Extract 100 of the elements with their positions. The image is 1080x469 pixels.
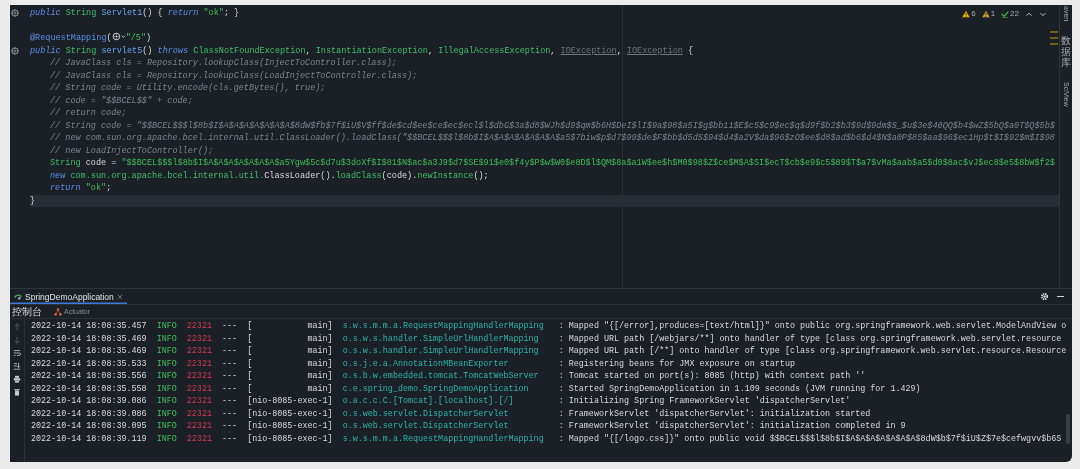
log-separator: --- (222, 357, 238, 370)
log-level: INFO (156, 395, 177, 408)
logger-name: s.w.s.m.m.a.RequestMappingHandlerMapping (342, 320, 545, 333)
log-message: : Mapped "{[/error],produces=[text/html]}" onto public org.springframework.web.servlet.ModelAndView o (558, 320, 1067, 333)
log-timestamp: 2022-10-14 18:08:35.533 (31, 357, 147, 370)
log-level: INFO (156, 382, 177, 395)
code-text: ; } (223, 8, 240, 18)
code-text: , (616, 45, 623, 56)
process-id: 22321 (186, 345, 212, 358)
code-text: (code). (381, 170, 418, 181)
string-literal: "ok" (203, 8, 224, 18)
log-timestamp: 2022-10-14 18:08:35.558 (31, 382, 147, 395)
log-level: INFO (156, 357, 177, 370)
type-name: loadClass (335, 170, 382, 181)
logger-name: o.s.w.s.handler.SimpleUrlHandlerMapping (342, 332, 540, 345)
keyword: public (30, 45, 62, 56)
log-message: : Tomcat started on port(s): 8085 (http) with context path '' (558, 370, 866, 383)
process-id: 22321 (186, 357, 212, 370)
keyword: return (167, 8, 200, 18)
globe-icon[interactable] (11, 9, 19, 18)
inspection-count[interactable]: 1 (981, 9, 996, 18)
globe-icon[interactable] (11, 46, 19, 55)
process-id: 22321 (186, 320, 212, 333)
keyword: throws (157, 45, 190, 56)
log-level: INFO (156, 320, 177, 333)
process-id: 22321 (186, 432, 212, 445)
inspection-count[interactable]: 22 (1001, 9, 1019, 18)
log-separator: --- (222, 432, 238, 445)
code-text: ( (106, 33, 112, 43)
print-icon[interactable] (13, 375, 21, 383)
log-separator: --- (222, 420, 238, 433)
keyword: return (50, 183, 82, 193)
log-level: INFO (156, 407, 177, 420)
thread-name: [nio-8085-exec-1] (247, 432, 333, 445)
process-id: 22321 (186, 420, 212, 433)
run-config-icon (14, 292, 22, 301)
logger-name: o.a.c.c.C.[Tomcat].[localhost].[/] (342, 395, 515, 408)
log-separator: --- (222, 345, 238, 358)
deprecated-type: IOException (560, 45, 617, 56)
logger-name: o.s.web.servlet.DispatcherServlet (342, 407, 510, 420)
string-literal: "/5" (125, 33, 147, 43)
code-text: { (687, 45, 694, 56)
log-timestamp: 2022-10-14 18:08:39.119 (31, 432, 147, 445)
log-separator: --- (222, 382, 238, 395)
log-message: : FrameworkServlet 'dispatcherServlet': initialization started (558, 407, 871, 420)
globe-icon[interactable] (111, 32, 126, 41)
soft-wrap-icon[interactable] (13, 349, 21, 357)
method-name: servlet5 (101, 45, 143, 56)
log-level: INFO (156, 370, 177, 383)
code-comment: // JavaClass cls = Repository.lookupClass(LoadInjectToController.class); (50, 70, 418, 81)
code-comment: // code = "$$BCEL$$" + code; (50, 95, 193, 106)
code-text: () { (142, 8, 164, 18)
log-timestamp: 2022-10-14 18:08:35.457 (31, 320, 147, 333)
console-tab[interactable]: 控制台 (12, 304, 42, 319)
thread-name: [nio-8085-exec-1] (247, 407, 333, 420)
thread-name: [ main] (247, 382, 333, 395)
code-text: ClassLoader(). (264, 170, 336, 181)
code-text: (); (473, 170, 489, 181)
tool-window-button[interactable]: 数据库 (1061, 35, 1071, 69)
type-name: String (65, 45, 98, 56)
code-comment: // JavaClass cls = Repository.lookupClass(InjectToController.class); (50, 58, 397, 68)
code-text: ; (106, 183, 112, 193)
log-timestamp: 2022-10-14 18:08:39.095 (31, 420, 147, 433)
inspection-count[interactable]: 6 (962, 9, 976, 18)
code-comment: // return code; (50, 108, 127, 118)
process-id: 22321 (186, 395, 212, 408)
logger-name: o.s.web.servlet.DispatcherServlet (342, 420, 510, 433)
logger-name: o.s.b.w.embedded.tomcat.TomcatWebServer (342, 370, 540, 383)
type-name: String (50, 158, 81, 168)
deprecated-type: IOException (626, 45, 683, 56)
string-literal: "ok" (85, 183, 107, 193)
log-level: INFO (156, 432, 177, 445)
run-tab[interactable]: SpringDemoApplication (10, 289, 127, 304)
type-name: String (65, 8, 98, 18)
scroll-to-end-icon[interactable] (13, 362, 21, 370)
logger-name: o.s.j.e.a.AnnotationMBeanExporter (342, 357, 510, 370)
log-timestamp: 2022-10-14 18:08:35.469 (31, 345, 147, 358)
method-name: Servlet1 (101, 8, 143, 18)
close-icon[interactable] (116, 293, 123, 300)
process-id: 22321 (186, 407, 212, 420)
log-separator: --- (222, 370, 238, 383)
code-text: () (142, 45, 154, 56)
log-message: : Started SpringDemoApplication in 1.109 seconds (JVM running for 1.429) (558, 382, 921, 395)
code-comment: // String code = "$$BCEL$$$l$8b$I$A$A$A$A$A$A$A$8dW$fb$7f$iU$V$ff$de$cd$ee$ce$ec$ecl$l$dbG$3a$d8$WJh$d9$qm$b6H$DeI$lI$9a$98$a5I$g$bb11$E$c5$c9$ec$q$d9f$b2$b3$9d$9dm$S_$u$3e$40QQ$b4$wZ$5bQ$a0T$Q$5b$ (50, 120, 1055, 131)
code-comment: // new LoadInjectToController(); (50, 145, 214, 156)
code-text: code = (84, 158, 118, 168)
thread-name: [ main] (247, 357, 333, 370)
log-timestamp: 2022-10-14 18:08:35.469 (31, 332, 147, 345)
log-message: : Mapped URL path [/**] onto handler of type [class org.springframework.web.servlet.resource.Resource (558, 345, 1067, 358)
code-text: ) (146, 33, 152, 43)
error-stripe-marks (1050, 31, 1058, 45)
thread-name: [nio-8085-exec-1] (247, 395, 333, 408)
process-id: 22321 (186, 370, 212, 383)
logger-name: c.e.spring_demo.SpringDemoApplication (342, 382, 530, 395)
trash-icon[interactable] (13, 388, 21, 396)
annotation: @RequestMapping (30, 33, 107, 43)
logger-name: s.w.s.m.m.a.RequestMappingHandlerMapping (342, 432, 545, 445)
process-id: 22321 (186, 382, 212, 395)
settings-icon[interactable] (1040, 292, 1049, 301)
type-name: newInstance (417, 170, 474, 181)
